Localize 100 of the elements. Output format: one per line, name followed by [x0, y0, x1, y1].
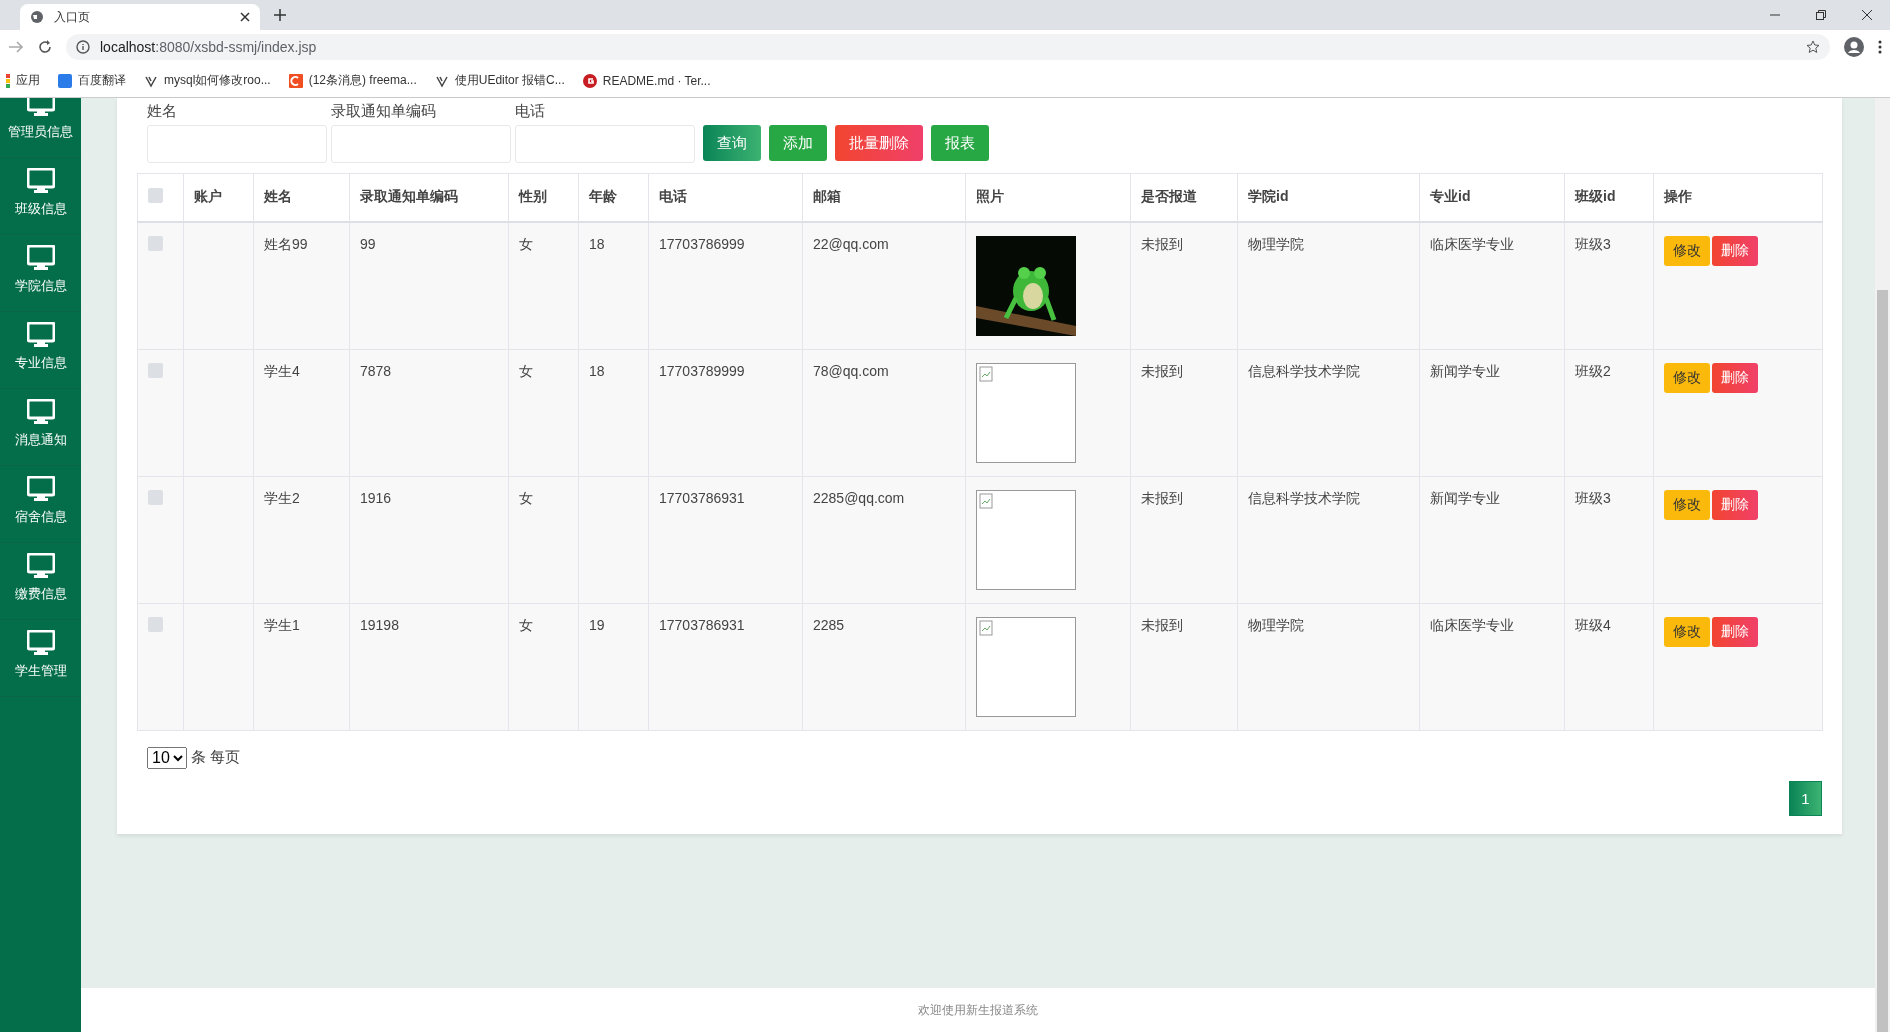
table-cell: 学生2 [264, 489, 300, 506]
table-cell: 17703786999 [659, 235, 745, 252]
column-header: 是否报道 [1141, 188, 1197, 205]
menu-icon[interactable] [1878, 40, 1882, 54]
table-cell: 临床医学专业 [1430, 616, 1514, 633]
table-cell: 信息科学技术学院 [1248, 362, 1360, 379]
edit-button[interactable]: 修改 [1664, 616, 1710, 647]
delete-button[interactable]: 删除 [1712, 616, 1758, 647]
table-cell: 未报到 [1141, 489, 1183, 506]
monitor-icon [26, 476, 55, 502]
filter-input[interactable] [331, 125, 511, 163]
table-cell: 18 [589, 235, 605, 252]
column-header: 录取通知单编码 [360, 188, 458, 205]
monitor-icon [26, 245, 55, 271]
broken-image-icon [979, 619, 993, 636]
table-cell: 女 [519, 362, 533, 379]
row-checkbox[interactable] [148, 616, 163, 632]
close-icon[interactable] [240, 12, 250, 22]
table-cell: 学生4 [264, 362, 300, 379]
table-cell: 新闻学专业 [1430, 362, 1500, 379]
table-cell: 17703786931 [659, 489, 745, 506]
delete-button[interactable]: 批量删除 [835, 125, 923, 161]
filter-label: 电话 [515, 102, 546, 121]
column-header: 年龄 [589, 188, 617, 205]
column-header: 学院id [1248, 188, 1289, 205]
table-cell: 17703786931 [659, 616, 745, 633]
monitor-icon [26, 553, 55, 579]
restore-icon[interactable] [1816, 10, 1826, 20]
table-cell: 2285@qq.com [813, 489, 905, 506]
table-cell: 女 [519, 235, 533, 252]
row-checkbox[interactable] [148, 489, 163, 505]
table-cell: 姓名99 [264, 235, 308, 252]
browser-tab[interactable]: 入口页 [20, 4, 260, 30]
bookmark[interactable]: 百度翻译 [58, 72, 126, 89]
table-cell: 临床医学专业 [1430, 235, 1514, 252]
monitor-icon [26, 322, 55, 348]
table-cell: 物理学院 [1248, 235, 1304, 252]
star-icon[interactable] [1806, 40, 1820, 54]
table-cell: 18 [589, 362, 605, 379]
table-cell: 未报到 [1141, 235, 1183, 252]
table-cell: 班级3 [1575, 489, 1611, 506]
table-cell: 22@qq.com [813, 235, 889, 252]
edit-button[interactable]: 修改 [1664, 362, 1710, 393]
query-button[interactable]: 查询 [703, 125, 761, 161]
account-icon[interactable] [1844, 37, 1864, 57]
bookmark[interactable]: 应用 [6, 72, 40, 89]
tab-title: 入口页 [54, 8, 91, 26]
bookmark[interactable]: README.md · Ter... [582, 73, 711, 88]
plus-icon[interactable] [274, 9, 286, 21]
delete-button[interactable]: 删除 [1712, 362, 1758, 393]
column-header: 电话 [659, 188, 687, 205]
bookmark[interactable]: (12条消息) freema... [288, 72, 417, 89]
page-size-select[interactable]: 10 [147, 746, 187, 769]
filter-input[interactable] [147, 125, 327, 163]
table-cell: 物理学院 [1248, 616, 1304, 633]
page-button[interactable]: 1 [1789, 780, 1822, 816]
bookmark[interactable]: mysql如何修改roo... [144, 72, 271, 89]
scrollbar[interactable] [1875, 98, 1890, 1032]
delete-button[interactable]: 删除 [1712, 489, 1758, 520]
row-checkbox[interactable] [148, 235, 163, 251]
column-header: 姓名 [264, 188, 292, 205]
forward-icon[interactable] [8, 40, 24, 54]
c-logo-icon [288, 73, 303, 88]
table-cell: 新闻学专业 [1430, 489, 1500, 506]
filter-label: 姓名 [147, 102, 178, 121]
table-cell: 2285 [813, 616, 845, 633]
select-all-checkbox[interactable] [148, 188, 163, 204]
filter-label: 录取通知单编码 [331, 102, 437, 121]
edit-button[interactable]: 修改 [1664, 489, 1710, 520]
column-header: 账户 [194, 188, 222, 205]
filter-input[interactable] [515, 125, 695, 163]
reload-icon[interactable] [38, 40, 52, 54]
address-field[interactable]: localhost:8080/xsbd-ssmj/index.jsp [66, 34, 1830, 60]
info-icon [76, 40, 90, 54]
column-header: 班级id [1575, 188, 1616, 205]
url-text: localhost:8080/xsbd-ssmj/index.jsp [100, 39, 317, 55]
column-header: 操作 [1664, 188, 1692, 205]
edit-button[interactable]: 修改 [1664, 235, 1710, 266]
delete-button[interactable]: 删除 [1712, 235, 1758, 266]
table-cell: 19 [589, 616, 605, 633]
apps-icon [6, 73, 10, 88]
table-cell: 1916 [360, 489, 392, 506]
table-cell: 17703789999 [659, 362, 745, 379]
table-cell: 女 [519, 489, 533, 506]
column-header: 性别 [519, 188, 547, 205]
table-cell: 99 [360, 235, 376, 252]
broken-image-icon [979, 492, 993, 509]
column-header: 邮箱 [813, 188, 841, 205]
table-cell: 信息科学技术学院 [1248, 489, 1360, 506]
column-header: 照片 [976, 188, 1004, 205]
table-cell: 未报到 [1141, 362, 1183, 379]
page-size-label: 条 每页 [191, 748, 241, 767]
bookmark[interactable]: 使用UEditor 报错C... [434, 72, 565, 89]
close-icon[interactable] [1862, 10, 1872, 20]
footer-text: 欢迎使用新生报道系统 [918, 1001, 1038, 1019]
row-checkbox[interactable] [148, 362, 163, 378]
table-cell: 女 [519, 616, 533, 633]
translate-icon [58, 73, 72, 88]
table-cell: 78@qq.com [813, 362, 889, 379]
table-cell: 7878 [360, 362, 392, 379]
